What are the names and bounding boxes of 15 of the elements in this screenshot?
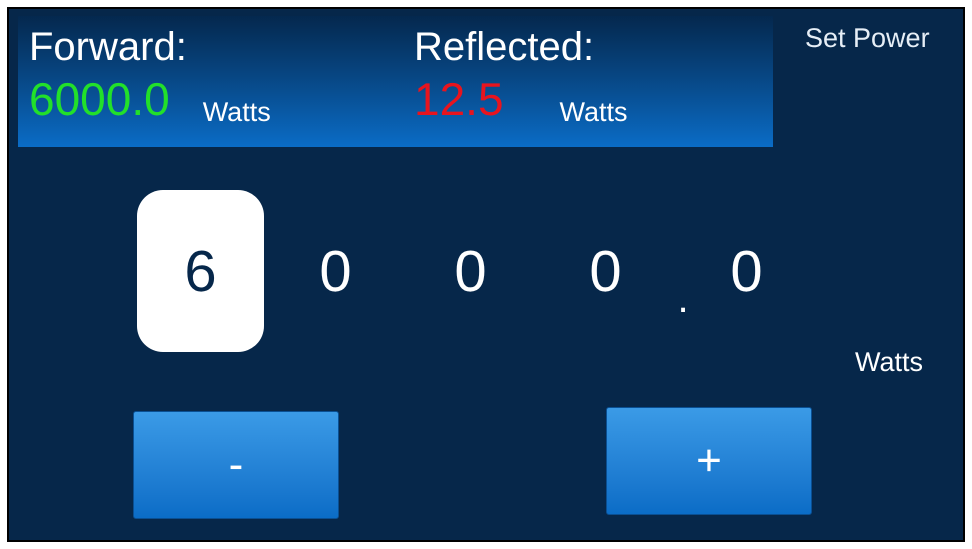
increase-button[interactable]: +: [606, 406, 812, 514]
unit-label: Watts: [202, 99, 271, 126]
reading-value: 6000.0: [29, 76, 170, 122]
unit-label: Watts: [854, 346, 923, 379]
reading-label: Reflected:: [414, 24, 596, 71]
digit-cell[interactable]: 0: [407, 190, 534, 352]
decimal-point: .: [676, 276, 690, 322]
digit-cell[interactable]: 0: [272, 190, 399, 352]
digit-cell[interactable]: 6: [137, 190, 264, 352]
decrease-button[interactable]: -: [133, 410, 339, 518]
digit-cell[interactable]: 0: [542, 190, 669, 352]
unit-label: Watts: [560, 99, 628, 126]
screen-title: Set Power: [805, 22, 930, 55]
reading-value: 12.5: [414, 76, 504, 122]
reading-label: Forward:: [29, 24, 188, 71]
